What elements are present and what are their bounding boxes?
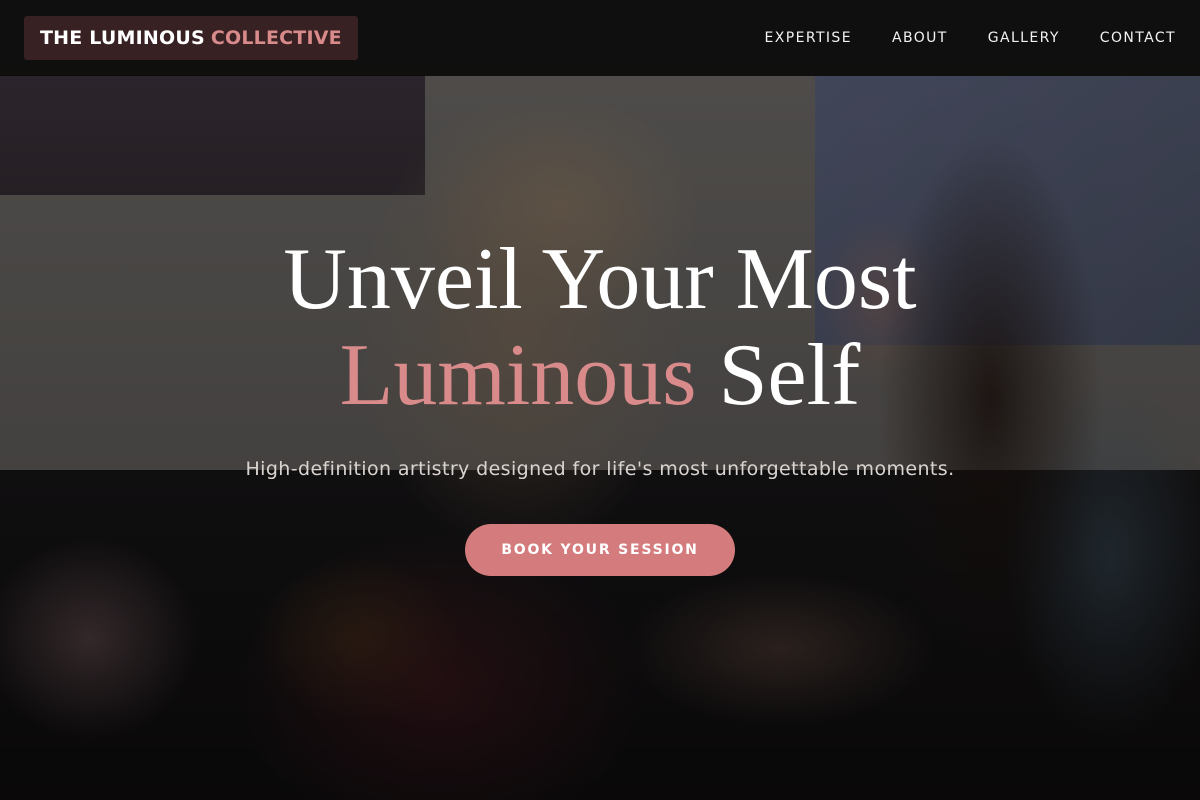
hero-subtitle: High-definition artistry designed for li… — [245, 458, 955, 480]
book-session-button[interactable]: BOOK YOUR SESSION — [465, 524, 735, 576]
top-navbar: THE LUMINOUS COLLECTIVE EXPERTISE ABOUT … — [0, 0, 1200, 76]
nav-link-gallery[interactable]: GALLERY — [988, 30, 1060, 46]
logo-text-accent: COLLECTIVE — [210, 27, 342, 49]
nav-links: EXPERTISE ABOUT GALLERY CONTACT — [765, 30, 1176, 46]
logo-text-main: THE LUMINOUS — [40, 27, 205, 49]
hero-section: THE LUMINOUS COLLECTIVE EXPERTISE ABOUT … — [0, 0, 1200, 800]
hero-content: Unveil Your Most Luminous Self High-defi… — [0, 232, 1200, 576]
site-logo[interactable]: THE LUMINOUS COLLECTIVE — [24, 16, 358, 60]
headline-accent-word: Luminous — [339, 327, 697, 424]
hero-headline: Unveil Your Most Luminous Self — [0, 232, 1200, 424]
headline-end-word: Self — [718, 327, 861, 424]
nav-link-about[interactable]: ABOUT — [892, 30, 948, 46]
headline-line-1: Unveil Your Most — [283, 231, 917, 328]
nav-link-contact[interactable]: CONTACT — [1100, 30, 1176, 46]
nav-link-expertise[interactable]: EXPERTISE — [765, 30, 852, 46]
